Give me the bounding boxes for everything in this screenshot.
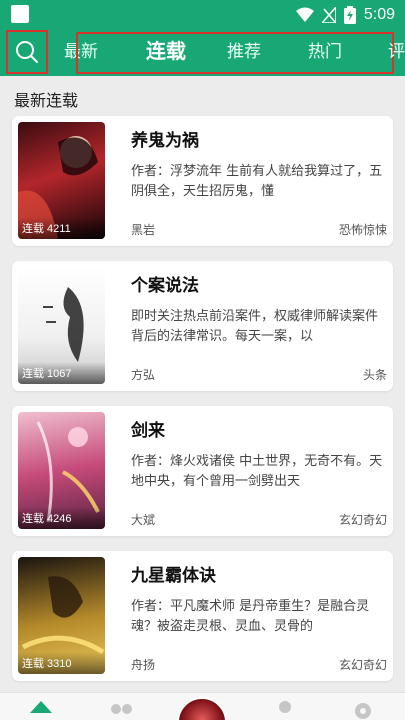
- book-author: 方弘: [131, 368, 156, 382]
- top-nav-bar: 最新 连载 推荐 热门 评: [0, 30, 405, 76]
- battery-icon: [343, 6, 356, 24]
- wifi-icon: [295, 7, 314, 22]
- book-description: 作者：平凡魔术师 是丹帝重生？是融合灵魂？被盗走灵根、灵血、灵骨的: [131, 599, 370, 634]
- book-description: 作者：烽火戏诸侯 中土世界，无奇不有。天地中央，有个曾用一剑劈出天: [131, 454, 383, 489]
- tab-recommend[interactable]: 推荐: [227, 37, 261, 62]
- notification-icon: [11, 5, 29, 23]
- search-icon: [16, 41, 38, 63]
- book-genre: 玄幻奇幻: [338, 658, 387, 672]
- serial-count-badge: 连载 4211: [18, 217, 105, 239]
- book-author: 舟扬: [131, 658, 156, 672]
- status-time: 5:09: [363, 6, 395, 23]
- book-cover: 连载 4211: [18, 122, 105, 239]
- person-icon: [279, 701, 291, 713]
- book-title: 养鬼为祸: [131, 131, 199, 151]
- tab-review[interactable]: 评: [388, 37, 405, 62]
- nav-profile[interactable]: [270, 699, 300, 720]
- book-title: 个案说法: [131, 276, 199, 296]
- book-description: 即时关注热点前沿案件，权威律师解读案件背后的法律常识。每天一案，以: [131, 309, 379, 344]
- nav-settings[interactable]: [348, 699, 378, 720]
- book-genre: 玄幻奇幻: [338, 513, 387, 527]
- grid-icon: [111, 704, 132, 714]
- book-cover: 连载 3310: [18, 557, 105, 674]
- book-genre: 恐怖惊悚: [338, 223, 387, 237]
- book-cover: 连载 4246: [18, 412, 105, 529]
- tab-hot[interactable]: 热门: [308, 37, 342, 62]
- book-card[interactable]: 连载 4246 剑来 作者：烽火戏诸侯 中土世界，无奇不有。天地中央，有个曾用一…: [12, 406, 393, 536]
- serial-count-badge: 连载 3310: [18, 652, 105, 674]
- book-card[interactable]: 连载 3310 九星霸体诀 作者：平凡魔术师 是丹帝重生？是融合灵魂？被盗走灵根…: [12, 551, 393, 681]
- serial-count-badge: 连载 4246: [18, 507, 105, 529]
- serial-count-badge: 连载 1067: [18, 362, 105, 384]
- book-author: 黑岩: [131, 223, 156, 237]
- nav-center-avatar[interactable]: [177, 697, 227, 720]
- search-button[interactable]: [6, 30, 48, 74]
- nav-home[interactable]: [26, 699, 56, 720]
- book-genre: 头条: [362, 368, 387, 382]
- book-card[interactable]: 连载 1067 个案说法 即时关注热点前沿案件，权威律师解读案件背后的法律常识。…: [12, 261, 393, 391]
- book-card[interactable]: 连载 4211 养鬼为祸 作者：浮梦流年 生前有人就给我算过了，五阴俱全，天生招…: [12, 116, 393, 246]
- status-icons: 5:09: [295, 4, 395, 26]
- book-author: 大斌: [131, 513, 156, 527]
- book-title: 九星霸体诀: [131, 566, 216, 586]
- gear-icon: [355, 703, 371, 719]
- book-title: 剑来: [131, 421, 165, 441]
- bottom-nav: [0, 692, 405, 720]
- book-description: 作者：浮梦流年 生前有人就给我算过了，五阴俱全，天生招厉鬼，懂: [131, 164, 383, 199]
- tab-serial[interactable]: 连载: [146, 35, 186, 64]
- status-bar: 5:09: [0, 0, 405, 30]
- section-title: 最新连载: [14, 91, 79, 110]
- book-cover: 连载 1067: [18, 267, 105, 384]
- no-signal-icon: [321, 7, 336, 23]
- home-icon: [30, 701, 52, 713]
- nav-category[interactable]: [106, 699, 136, 720]
